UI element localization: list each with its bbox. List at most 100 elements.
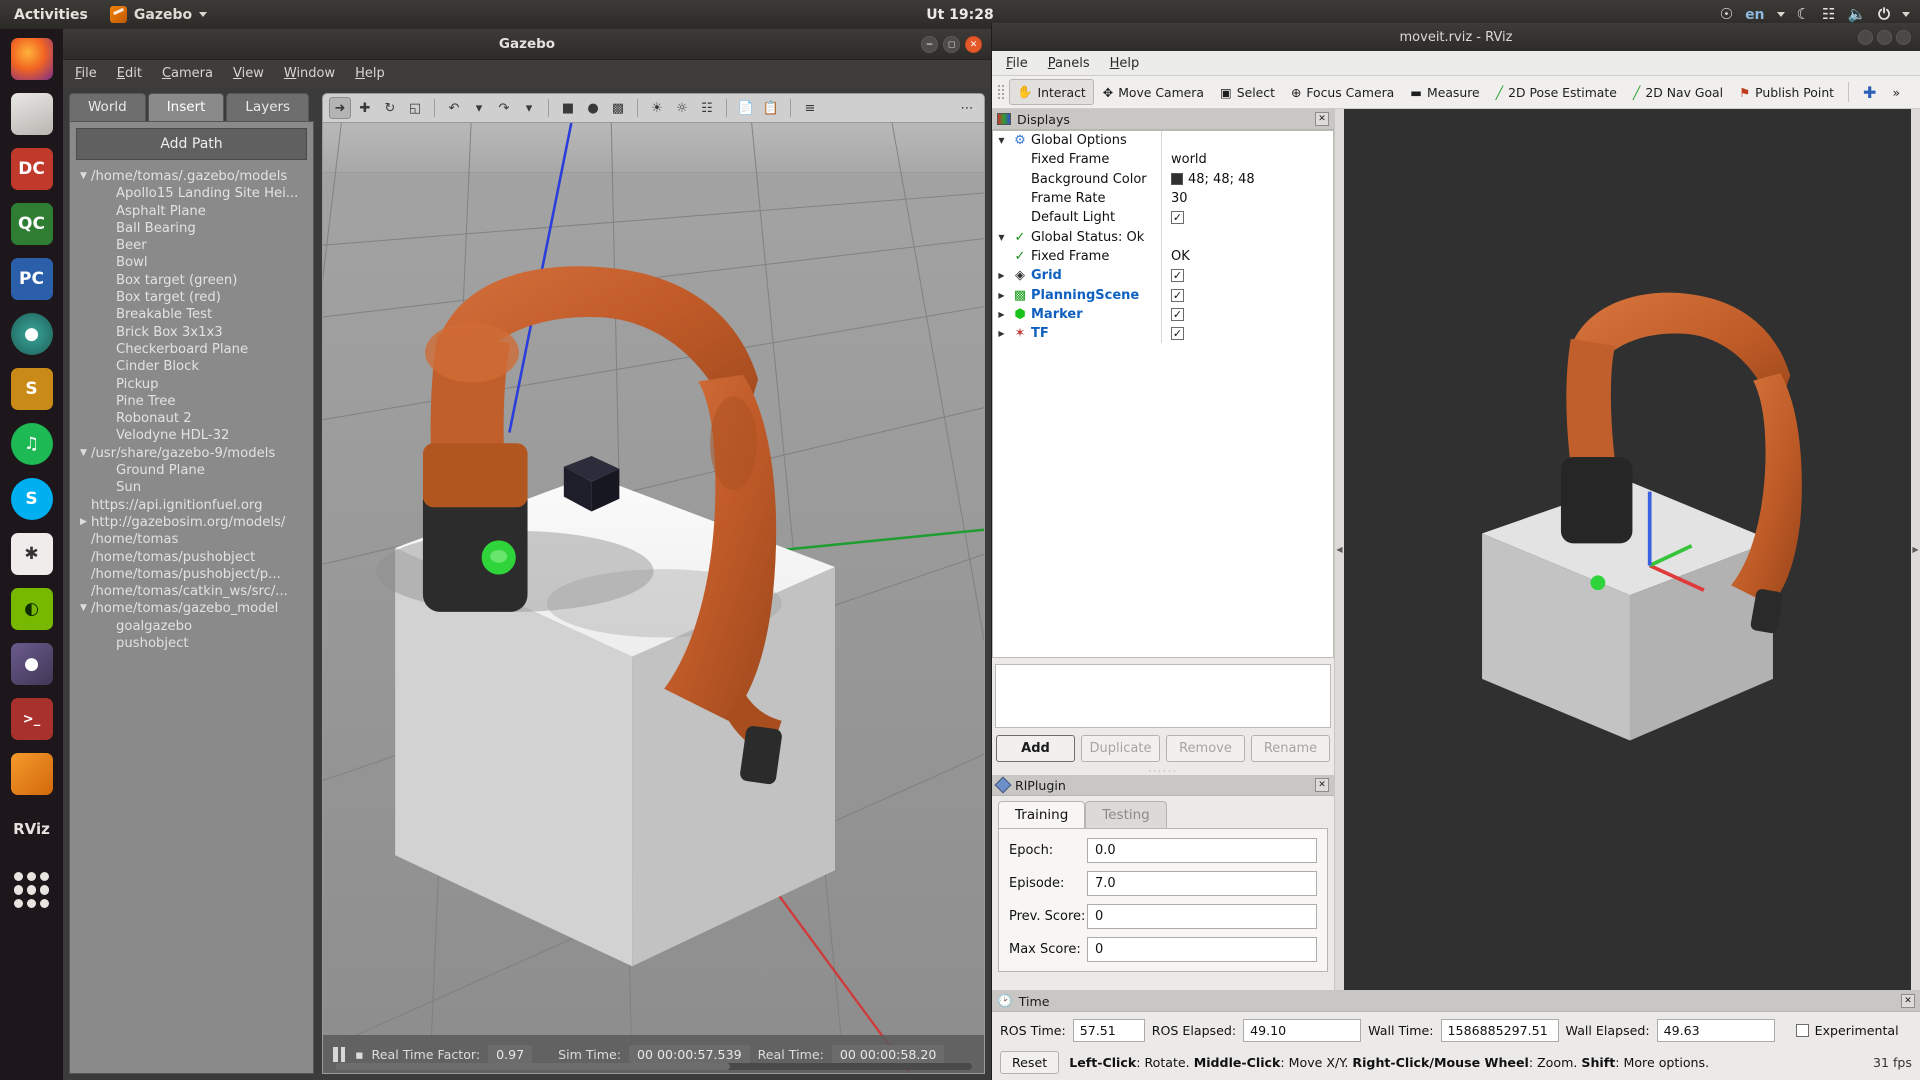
sphere-shape-icon[interactable]: ●: [582, 97, 604, 119]
dock-item-slack[interactable]: ✱: [7, 529, 57, 579]
rlplugin-close-icon[interactable]: ✕: [1315, 778, 1329, 792]
roselapsed-input[interactable]: 49.10: [1243, 1019, 1362, 1042]
rostime-input[interactable]: 57.51: [1072, 1019, 1145, 1042]
tool-publish-point[interactable]: ⚑ Publish Point: [1732, 81, 1841, 104]
show-applications-button[interactable]: [7, 865, 57, 915]
model-tree-item[interactable]: /home/tomas/catkin_ws/src/...: [76, 583, 307, 600]
time-close-icon[interactable]: ✕: [1901, 994, 1915, 1008]
dock-item-gazebo[interactable]: [7, 749, 57, 799]
model-tree-item[interactable]: Beer: [76, 237, 307, 254]
rviz-close-button[interactable]: [1896, 29, 1911, 45]
model-tree-item[interactable]: Ground Plane: [76, 462, 307, 479]
clock[interactable]: Ut 19:28: [926, 7, 994, 23]
model-tree-item[interactable]: /home/tomas: [76, 531, 307, 548]
displays-close-icon[interactable]: ✕: [1315, 112, 1329, 126]
model-tree-item[interactable]: Box target (red): [76, 289, 307, 306]
model-tree-item[interactable]: https://api.ignitionfuel.org: [76, 497, 307, 514]
model-tree-item[interactable]: ▼/usr/share/gazebo-9/models: [76, 445, 307, 462]
dock-item-pc[interactable]: PC: [7, 254, 57, 304]
display-row[interactable]: ▶ ▩ PlanningScene ✓: [993, 285, 1333, 305]
walltime-input[interactable]: 1586885297.51: [1440, 1019, 1559, 1042]
dock-item-spotify[interactable]: ♫: [7, 419, 57, 469]
gazebo-3d-viewport[interactable]: ▪ Real Time Factor: 0.97 Sim Time: 00 00…: [322, 123, 985, 1074]
display-row[interactable]: ▶ ✶ TF ✓: [993, 323, 1333, 344]
left-dock-splitter[interactable]: ◀: [1335, 109, 1344, 990]
add-button[interactable]: Add: [996, 735, 1075, 762]
gazebo-menu-help[interactable]: Help: [355, 66, 385, 81]
model-tree-item[interactable]: Checkerboard Plane: [76, 341, 307, 358]
model-tree-item[interactable]: /home/tomas/pushobject/p...: [76, 566, 307, 583]
experimental-toggle[interactable]: Experimental: [1795, 1023, 1899, 1038]
display-row-value[interactable]: ✓: [1161, 266, 1333, 286]
display-row-value[interactable]: world: [1161, 150, 1333, 170]
add-tool-icon[interactable]: ✚: [1856, 79, 1883, 106]
spot-light-icon[interactable]: ☼: [671, 97, 693, 119]
pause-icon[interactable]: [333, 1046, 347, 1062]
checkbox[interactable]: ✓: [1171, 307, 1184, 321]
chevron-right-icon[interactable]: ▶: [993, 291, 1010, 300]
redo-icon[interactable]: ↷: [493, 97, 515, 119]
add-path-button[interactable]: Add Path: [76, 128, 307, 160]
model-tree-item[interactable]: Robonaut 2: [76, 410, 307, 427]
scale-mode-icon[interactable]: ◱: [404, 97, 426, 119]
power-icon[interactable]: ⏻: [1878, 7, 1890, 22]
tab-testing[interactable]: Testing: [1085, 801, 1167, 828]
paste-icon[interactable]: 📋: [760, 97, 782, 119]
checkbox[interactable]: ✓: [1171, 211, 1184, 225]
display-row-value[interactable]: ✓: [1161, 208, 1333, 228]
dock-item-nvidia[interactable]: ◐: [7, 584, 57, 634]
displays-tree[interactable]: ▼ ⚙ Global Options Fixed Frame world Backgrou…: [992, 130, 1334, 658]
chevron-right-icon[interactable]: ▶: [76, 514, 91, 531]
toolbar-overflow-icon[interactable]: ⋯: [956, 97, 978, 119]
display-row[interactable]: Fixed Frame world: [993, 150, 1333, 170]
model-tree-item[interactable]: Sun: [76, 479, 307, 496]
chevron-right-icon[interactable]: ▶: [993, 271, 1010, 280]
wallelapsed-input[interactable]: 49.63: [1656, 1019, 1775, 1042]
display-row[interactable]: Default Light ✓: [993, 208, 1333, 228]
tab-layers[interactable]: Layers: [226, 93, 310, 121]
select-mode-icon[interactable]: ➜: [329, 97, 351, 119]
dock-item-skype[interactable]: S: [7, 474, 57, 524]
point-light-icon[interactable]: ☀: [646, 97, 668, 119]
tool-move-camera[interactable]: ✥ Move Camera: [1096, 81, 1211, 104]
dock-item-qc[interactable]: QC: [7, 199, 57, 249]
epoch-input[interactable]: 0.0: [1087, 838, 1317, 863]
tool-measure[interactable]: ▬ Measure: [1403, 81, 1486, 104]
chevron-right-icon[interactable]: ▶: [993, 310, 1010, 319]
panel-splitter-handle[interactable]: ······: [992, 767, 1334, 777]
undo-dropdown-icon[interactable]: ▾: [468, 97, 490, 119]
chevron-down-icon[interactable]: ▼: [993, 136, 1010, 145]
display-row-value[interactable]: ✓: [1161, 304, 1333, 324]
display-row[interactable]: ▼ ⚙ Global Options: [993, 131, 1333, 151]
display-row-value[interactable]: ✓: [1161, 285, 1333, 305]
accessibility-icon[interactable]: ☉: [1720, 7, 1733, 22]
display-row[interactable]: ▼ ✓ Global Status: Ok: [993, 227, 1333, 247]
dock-item-gimp[interactable]: ●: [7, 639, 57, 689]
gazebo-menu-window[interactable]: Window: [284, 66, 335, 81]
display-row-value[interactable]: 30: [1161, 188, 1333, 209]
model-tree-item[interactable]: /home/tomas/pushobject: [76, 549, 307, 566]
display-row-value[interactable]: OK: [1161, 246, 1333, 267]
undo-icon[interactable]: ↶: [443, 97, 465, 119]
gazebo-menu-edit[interactable]: Edit: [117, 66, 142, 81]
tool-select[interactable]: ▣ Select: [1213, 81, 1282, 104]
display-row[interactable]: ▶ ⬢ Marker ✓: [993, 304, 1333, 324]
chevron-down-icon[interactable]: ▼: [76, 168, 91, 185]
directional-light-icon[interactable]: ☷: [696, 97, 718, 119]
chevron-right-icon[interactable]: ▶: [993, 329, 1010, 338]
rotate-mode-icon[interactable]: ↻: [379, 97, 401, 119]
prevscore-input[interactable]: 0: [1087, 904, 1317, 929]
step-icon[interactable]: ▪: [355, 1047, 364, 1062]
model-tree-item[interactable]: Bowl: [76, 254, 307, 271]
display-row[interactable]: Background Color 48; 48; 48: [993, 169, 1333, 189]
model-tree-item[interactable]: ▼/home/tomas/.gazebo/models: [76, 168, 307, 185]
right-dock-splitter[interactable]: ▶: [1911, 109, 1920, 990]
tool-interact[interactable]: ✋ Interact: [1009, 79, 1094, 105]
close-button[interactable]: ✕: [965, 36, 982, 53]
keyboard-layout-label[interactable]: en: [1745, 7, 1764, 23]
rviz-3d-viewport[interactable]: [1344, 109, 1911, 990]
rviz-maximize-button[interactable]: [1877, 29, 1892, 45]
gazebo-menu-file[interactable]: File: [75, 66, 97, 81]
reset-button[interactable]: Reset: [1000, 1051, 1060, 1074]
display-row-value[interactable]: ✓: [1161, 323, 1333, 344]
